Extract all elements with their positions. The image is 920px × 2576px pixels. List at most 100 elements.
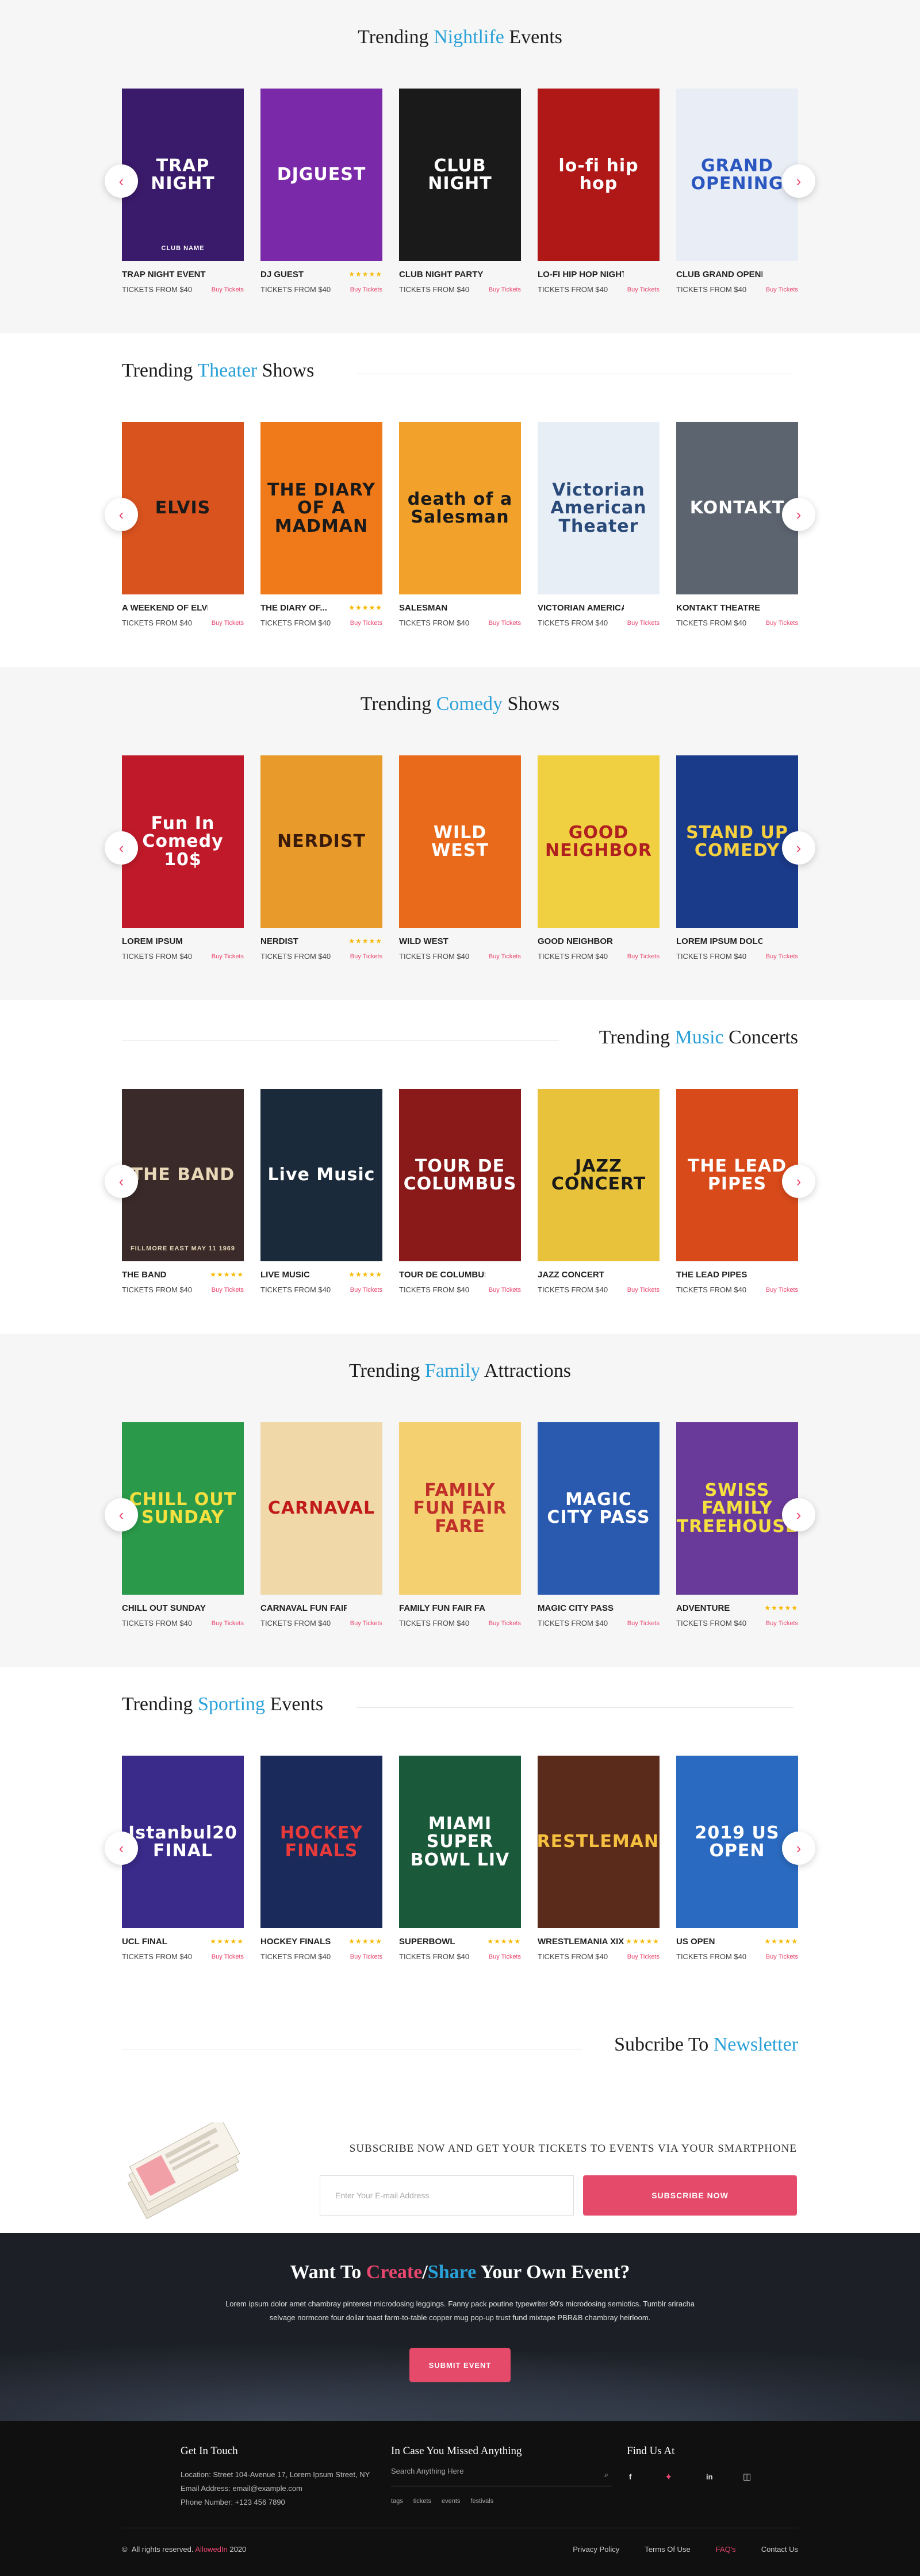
- tag-link[interactable]: tags: [391, 2498, 403, 2505]
- linkedin-icon[interactable]: in: [706, 2473, 713, 2481]
- event-poster[interactable]: KONTAKT: [676, 422, 798, 594]
- event-poster[interactable]: GRAND OPENING: [676, 89, 798, 261]
- buy-tickets-link[interactable]: Buy Tickets: [489, 1620, 521, 1627]
- carousel-next-arrow-icon[interactable]: ›: [782, 1832, 815, 1865]
- buy-tickets-link[interactable]: Buy Tickets: [627, 620, 660, 627]
- buy-tickets-link[interactable]: Buy Tickets: [766, 286, 798, 293]
- event-name[interactable]: KONTAKT THEATRE: [676, 603, 760, 613]
- carousel-prev-arrow-icon[interactable]: ‹: [105, 1498, 138, 1531]
- event-card[interactable]: JAZZ CONCERT JAZZ CONCERT TICKETS FROM $40…: [538, 1089, 660, 1294]
- event-name[interactable]: SALESMAN: [399, 603, 447, 613]
- event-poster[interactable]: FAMILY FUN FAIR FARE: [399, 1422, 521, 1595]
- event-poster[interactable]: lo-fi hip hop: [538, 89, 660, 261]
- event-name[interactable]: VICTORIAN AMERICAN...: [538, 603, 624, 613]
- event-poster[interactable]: WRESTLEMANIA: [538, 1756, 660, 1928]
- event-name[interactable]: DJ GUEST: [260, 270, 304, 279]
- buy-tickets-link[interactable]: Buy Tickets: [350, 286, 382, 293]
- event-card[interactable]: Live Music LIVE MUSIC ★★★★★ TICKETS FROM $4…: [260, 1089, 382, 1294]
- event-card[interactable]: SWISS FAMILY TREEHOUSE ADVENTURE ★★★★★ TICK…: [676, 1422, 798, 1627]
- buy-tickets-link[interactable]: Buy Tickets: [489, 286, 521, 293]
- buy-tickets-link[interactable]: Buy Tickets: [212, 953, 244, 960]
- buy-tickets-link[interactable]: Buy Tickets: [489, 1953, 521, 1960]
- event-poster[interactable]: Victorian American Theater: [538, 422, 660, 594]
- buy-tickets-link[interactable]: Buy Tickets: [627, 1620, 660, 1627]
- event-name[interactable]: LO-FI HIP HOP NIGHT: [538, 270, 624, 279]
- event-poster[interactable]: 2019 US OPEN: [676, 1756, 798, 1928]
- buy-tickets-link[interactable]: Buy Tickets: [627, 286, 660, 293]
- event-name[interactable]: LOREM IPSUM DOLOR: [676, 936, 762, 946]
- event-poster[interactable]: STAND UP COMEDY: [676, 755, 798, 928]
- event-card[interactable]: 2019 US OPEN US OPEN ★★★★★ TICKETS FROM $40…: [676, 1756, 798, 1961]
- event-name[interactable]: THE BAND: [122, 1270, 167, 1280]
- event-card[interactable]: KONTAKT KONTAKT THEATRE TICKETS FROM $40 Bu…: [676, 422, 798, 627]
- event-poster[interactable]: NERDIST: [260, 755, 382, 928]
- tag-link[interactable]: festivals: [470, 2498, 493, 2505]
- event-card[interactable]: GOOD NEIGHBOR GOOD NEIGHBOR TICKETS FROM $…: [538, 755, 660, 961]
- event-name[interactable]: TOUR DE COLUMBUS: [399, 1270, 485, 1280]
- event-card[interactable]: THE LEAD PIPES THE LEAD PIPES TICKETS FROM…: [676, 1089, 798, 1294]
- event-name[interactable]: A WEEKEND OF ELVIS: [122, 603, 208, 613]
- event-name[interactable]: GOOD NEIGHBOR: [538, 936, 613, 946]
- event-card[interactable]: WILD WEST WILD WEST TICKETS FROM $40 Buy Ti…: [399, 755, 521, 961]
- event-card[interactable]: ELVIS A WEEKEND OF ELVIS TICKETS FROM $40 B…: [122, 422, 244, 627]
- event-card[interactable]: TOUR DE COLUMBUS TOUR DE COLUMBUS TICKETS …: [399, 1089, 521, 1294]
- event-card[interactable]: CHILL OUT SUNDAY CHILL OUT SUNDAY TICKETS …: [122, 1422, 244, 1627]
- event-card[interactable]: DJGUEST DJ GUEST ★★★★★ TICKETS FROM $40 Buy …: [260, 89, 382, 294]
- privacy-link[interactable]: Privacy Policy: [573, 2545, 619, 2554]
- event-poster[interactable]: THE DIARY OF A MADMAN: [260, 422, 382, 594]
- event-poster[interactable]: CLUB NIGHT: [399, 89, 521, 261]
- buy-tickets-link[interactable]: Buy Tickets: [212, 1620, 244, 1627]
- event-card[interactable]: death of a Salesman SALESMAN TICKETS FROM …: [399, 422, 521, 627]
- event-card[interactable]: THE DIARY OF A MADMAN THE DIARY OF... ★★★★…: [260, 422, 382, 627]
- event-name[interactable]: US OPEN: [676, 1937, 715, 1947]
- carousel-next-arrow-icon[interactable]: ›: [782, 498, 815, 531]
- event-name[interactable]: THE LEAD PIPES: [676, 1270, 747, 1280]
- event-card[interactable]: TRAP NIGHT CLUB NAME TRAP NIGHT EVENT TICKE…: [122, 89, 244, 294]
- buy-tickets-link[interactable]: Buy Tickets: [766, 953, 798, 960]
- event-card[interactable]: MIAMI SUPER BOWL LIV SUPERBOWL ★★★★★ TICKET…: [399, 1756, 521, 1961]
- buy-tickets-link[interactable]: Buy Tickets: [627, 1953, 660, 1960]
- event-card[interactable]: Istanbul20 FINAL UCL FINAL ★★★★★ TICKETS FR…: [122, 1756, 244, 1961]
- event-name[interactable]: CHILL OUT SUNDAY: [122, 1603, 206, 1613]
- buy-tickets-link[interactable]: Buy Tickets: [489, 953, 521, 960]
- buy-tickets-link[interactable]: Buy Tickets: [766, 1620, 798, 1627]
- event-poster[interactable]: THE BAND FILLMORE EAST MAY 11 1969: [122, 1089, 244, 1261]
- buy-tickets-link[interactable]: Buy Tickets: [489, 620, 521, 627]
- event-name[interactable]: LIVE MUSIC: [260, 1270, 310, 1280]
- carousel-next-arrow-icon[interactable]: ›: [782, 164, 815, 198]
- event-name[interactable]: SUPERBOWL: [399, 1937, 455, 1947]
- faq-link[interactable]: FAQ's: [716, 2545, 736, 2554]
- buy-tickets-link[interactable]: Buy Tickets: [212, 1287, 244, 1293]
- event-name[interactable]: LOREM IPSUM: [122, 936, 183, 946]
- event-poster[interactable]: GOOD NEIGHBOR: [538, 755, 660, 928]
- event-poster[interactable]: TRAP NIGHT CLUB NAME: [122, 89, 244, 261]
- footer-search-input[interactable]: Search Anything Here ⌕: [391, 2467, 612, 2486]
- event-poster[interactable]: Fun In Comedy 10$: [122, 755, 244, 928]
- carousel-prev-arrow-icon[interactable]: ‹: [105, 831, 138, 865]
- event-name[interactable]: TRAP NIGHT EVENT: [122, 270, 206, 279]
- submit-event-button[interactable]: SUBMIT EVENT: [409, 2348, 511, 2382]
- event-poster[interactable]: DJGUEST: [260, 89, 382, 261]
- buy-tickets-link[interactable]: Buy Tickets: [212, 1953, 244, 1960]
- buy-tickets-link[interactable]: Buy Tickets: [212, 620, 244, 627]
- event-card[interactable]: GRAND OPENING CLUB GRAND OPENING TICKETS F…: [676, 89, 798, 294]
- buy-tickets-link[interactable]: Buy Tickets: [766, 1953, 798, 1960]
- carousel-next-arrow-icon[interactable]: ›: [782, 1165, 815, 1198]
- carousel-prev-arrow-icon[interactable]: ‹: [105, 1165, 138, 1198]
- event-poster[interactable]: TOUR DE COLUMBUS: [399, 1089, 521, 1261]
- event-name[interactable]: HOCKEY FINALS: [260, 1937, 331, 1947]
- event-name[interactable]: UCL FINAL: [122, 1937, 167, 1947]
- event-poster[interactable]: ELVIS: [122, 422, 244, 594]
- buy-tickets-link[interactable]: Buy Tickets: [627, 1287, 660, 1293]
- event-poster[interactable]: WILD WEST: [399, 755, 521, 928]
- event-card[interactable]: CLUB NIGHT CLUB NIGHT PARTY TICKETS FROM $…: [399, 89, 521, 294]
- event-poster[interactable]: THE LEAD PIPES: [676, 1089, 798, 1261]
- carousel-prev-arrow-icon[interactable]: ‹: [105, 1832, 138, 1865]
- event-name[interactable]: MAGIC CITY PASS: [538, 1603, 614, 1613]
- event-poster[interactable]: death of a Salesman: [399, 422, 521, 594]
- event-card[interactable]: Fun In Comedy 10$ LOREM IPSUM TICKETS FROM…: [122, 755, 244, 961]
- event-poster[interactable]: Live Music: [260, 1089, 382, 1261]
- event-card[interactable]: MAGIC CITY PASS MAGIC CITY PASS TICKETS FR…: [538, 1422, 660, 1627]
- event-name[interactable]: CLUB NIGHT PARTY: [399, 270, 483, 279]
- buy-tickets-link[interactable]: Buy Tickets: [489, 1287, 521, 1293]
